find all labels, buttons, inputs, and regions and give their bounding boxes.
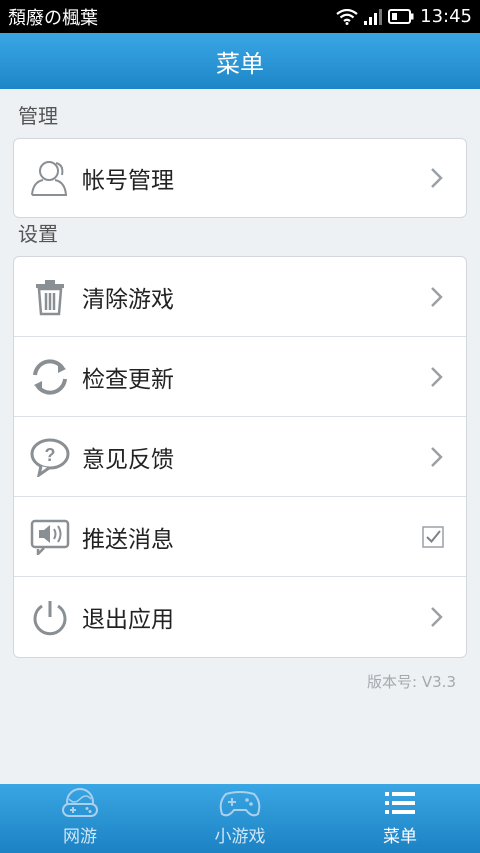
refresh-icon bbox=[28, 355, 72, 399]
nav-label: 小游戏 bbox=[214, 827, 266, 847]
wifi-icon bbox=[336, 8, 358, 25]
menu-item-label: 意见反馈 bbox=[82, 446, 174, 473]
menu-item-account[interactable]: 帐号管理 bbox=[14, 139, 466, 217]
chevron-right-icon bbox=[431, 446, 443, 467]
nav-tab-online-games[interactable]: 网游 bbox=[0, 784, 160, 853]
gamepad-icon bbox=[218, 786, 262, 820]
menu-item-label: 推送消息 bbox=[82, 526, 174, 553]
card-settings: 清除游戏 检查更新 ? 意见反馈 推送消息 退出应用 bbox=[13, 256, 467, 658]
menu-item-push-messages[interactable]: 推送消息 bbox=[14, 497, 466, 577]
nav-tab-mini-games[interactable]: 小游戏 bbox=[160, 784, 320, 853]
card-manage: 帐号管理 bbox=[13, 138, 467, 218]
speaker-icon bbox=[28, 515, 72, 559]
menu-item-feedback[interactable]: ? 意见反馈 bbox=[14, 417, 466, 497]
nav-label: 网游 bbox=[63, 827, 97, 847]
chevron-right-icon bbox=[431, 607, 443, 627]
carrier-name: 頹廢の楓葉 bbox=[8, 7, 98, 29]
nav-label: 菜单 bbox=[383, 827, 417, 847]
status-bar: 頹廢の楓葉 13:45 bbox=[0, 0, 480, 33]
feedback-icon: ? bbox=[28, 435, 72, 479]
nav-tab-menu[interactable]: 菜单 bbox=[320, 784, 480, 853]
page-header: 菜单 bbox=[0, 33, 480, 89]
signal-icon bbox=[364, 8, 383, 25]
menu-item-check-update[interactable]: 检查更新 bbox=[14, 337, 466, 417]
trash-icon bbox=[28, 275, 72, 319]
bottom-nav: 网游 小游戏 菜单 bbox=[0, 784, 480, 853]
battery-icon bbox=[388, 9, 414, 24]
chevron-right-icon bbox=[431, 168, 443, 188]
version-label: 版本号: V3.3 bbox=[367, 673, 456, 691]
status-icons: 13:45 bbox=[336, 6, 472, 27]
chevron-right-icon bbox=[431, 286, 443, 307]
user-icon bbox=[28, 156, 72, 200]
section-title-manage: 管理 bbox=[18, 104, 58, 128]
menu-item-label: 退出应用 bbox=[82, 607, 174, 633]
menu-item-exit-app[interactable]: 退出应用 bbox=[14, 577, 466, 657]
power-icon bbox=[28, 595, 72, 639]
menu-item-label: 清除游戏 bbox=[82, 286, 174, 313]
globe-gamepad-icon bbox=[60, 786, 100, 820]
menu-item-clear-games[interactable]: 清除游戏 bbox=[14, 257, 466, 337]
page-title: 菜单 bbox=[216, 49, 264, 78]
section-title-settings: 设置 bbox=[18, 222, 58, 246]
svg-text:?: ? bbox=[45, 445, 56, 465]
menu-list-icon bbox=[385, 786, 415, 820]
menu-item-label: 帐号管理 bbox=[82, 168, 174, 194]
chevron-right-icon bbox=[431, 366, 443, 387]
clock: 13:45 bbox=[420, 6, 472, 27]
checkbox-checked[interactable] bbox=[422, 525, 444, 548]
menu-item-label: 检查更新 bbox=[82, 366, 174, 393]
